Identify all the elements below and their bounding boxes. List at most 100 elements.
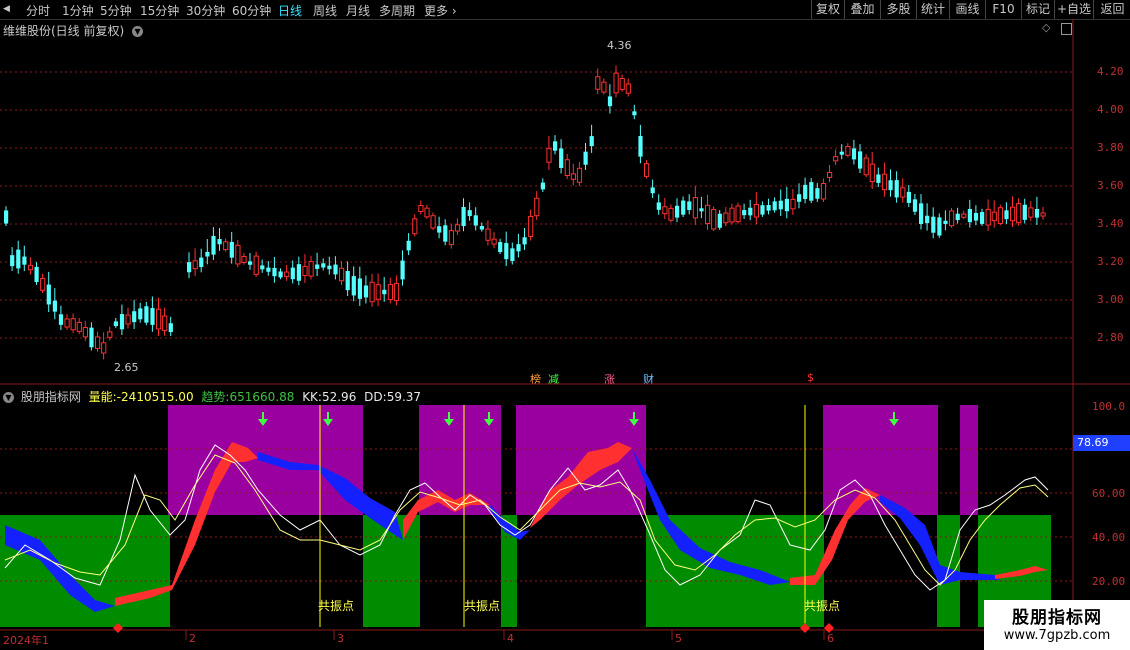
green-zone <box>646 515 824 627</box>
candle <box>22 256 27 265</box>
candle <box>260 265 265 270</box>
marker-zhang[interactable]: 涨 <box>604 371 615 387</box>
kk-label: KK: <box>302 390 322 404</box>
candle <box>302 265 308 277</box>
candle <box>919 203 924 224</box>
candle <box>753 204 759 218</box>
candle <box>382 289 387 295</box>
candle <box>498 242 503 253</box>
candle <box>510 248 515 261</box>
candle <box>705 204 711 225</box>
tab-weekly[interactable]: 周线 <box>313 2 337 19</box>
candle <box>235 244 241 265</box>
candle <box>613 72 619 94</box>
candle <box>192 260 198 270</box>
candle <box>766 205 771 211</box>
candle <box>241 256 247 264</box>
time-label: 3 <box>337 632 344 645</box>
candle <box>742 209 747 216</box>
tab-30min[interactable]: 30分钟 <box>186 2 225 19</box>
purple-zone <box>516 405 646 515</box>
candle <box>662 206 668 215</box>
overlay-button[interactable]: 叠加 <box>844 0 880 19</box>
candle <box>760 205 765 215</box>
add-favorite-button[interactable]: +自选 <box>1054 0 1093 19</box>
candle <box>211 235 216 255</box>
marker-jian[interactable]: 减 <box>548 371 559 387</box>
candle <box>290 267 295 280</box>
time-ticks <box>185 630 825 640</box>
f10-button[interactable]: F10 <box>985 0 1021 19</box>
mark-button[interactable]: 标记 <box>1021 0 1054 19</box>
candle <box>564 159 570 176</box>
candle <box>748 207 753 216</box>
candle <box>772 201 777 211</box>
candle <box>888 180 893 191</box>
blue-ribbon <box>632 448 790 585</box>
tab-fenshi[interactable]: 分时 <box>26 2 50 19</box>
candle <box>1004 210 1009 220</box>
candle <box>803 184 808 199</box>
down-arrow-icon <box>889 412 899 426</box>
time-label: 5 <box>675 632 682 645</box>
resonance-label: 共振点 <box>464 599 501 613</box>
tab-more[interactable]: 更多 › <box>424 2 457 19</box>
draw-button[interactable]: 画线 <box>949 0 985 19</box>
tab-60min[interactable]: 60分钟 <box>232 2 271 19</box>
purple-zone <box>823 405 938 515</box>
candle <box>692 197 698 219</box>
candle <box>797 194 802 202</box>
price-tick: 3.60 <box>1097 179 1124 192</box>
stats-button[interactable]: 统计 <box>916 0 949 19</box>
candle <box>607 96 613 107</box>
candle <box>467 210 472 217</box>
time-label: 2 <box>189 632 196 645</box>
candle <box>869 163 875 183</box>
candle <box>576 167 583 183</box>
fuquan-button[interactable]: 复权 <box>811 0 844 19</box>
diamond-icon[interactable]: ◇ <box>1042 21 1050 34</box>
candle <box>16 249 21 269</box>
marker-dollar[interactable]: $ <box>807 371 814 384</box>
candle <box>46 284 51 305</box>
tab-1min[interactable]: 1分钟 <box>62 2 94 19</box>
marker-cai[interactable]: 财 <box>643 371 654 387</box>
down-arrow-icon <box>258 412 268 426</box>
candle <box>955 213 960 221</box>
indicator-grid <box>0 448 1073 582</box>
candle <box>985 208 991 226</box>
chevron-down-icon[interactable]: ▼ <box>3 392 14 403</box>
kk-line <box>4 444 1049 591</box>
tab-5min[interactable]: 5分钟 <box>100 2 132 19</box>
tab-multi-period[interactable]: 多周期 <box>379 2 415 19</box>
candle <box>125 314 131 325</box>
candle <box>168 323 173 333</box>
maximize-icon[interactable] <box>1061 23 1072 35</box>
candle <box>34 266 39 282</box>
tab-15min[interactable]: 15分钟 <box>140 2 179 19</box>
back-arrow-icon[interactable]: ◀ <box>3 4 10 14</box>
candle <box>187 262 192 273</box>
candles <box>4 65 1046 360</box>
return-button[interactable]: 返回 <box>1093 0 1130 19</box>
candle <box>851 148 857 160</box>
candle <box>82 327 89 338</box>
tab-daily[interactable]: 日线 <box>278 2 302 19</box>
candle <box>345 271 350 291</box>
candle <box>570 173 576 180</box>
chevron-down-icon[interactable]: ▼ <box>132 26 144 37</box>
candle <box>327 265 332 270</box>
candle <box>559 148 564 168</box>
marker-bang[interactable]: 榜 <box>530 371 541 387</box>
multi-stock-button[interactable]: 多股 <box>880 0 916 19</box>
candle <box>675 205 680 218</box>
tab-monthly[interactable]: 月线 <box>346 2 370 19</box>
candle <box>107 331 113 338</box>
indicator-name: 股朋指标网 <box>20 390 81 404</box>
candle <box>650 187 655 194</box>
candle <box>296 264 301 281</box>
candle <box>711 209 717 230</box>
qushi-label: 趋势: <box>201 390 230 404</box>
candle <box>485 228 491 241</box>
candle <box>95 336 101 349</box>
